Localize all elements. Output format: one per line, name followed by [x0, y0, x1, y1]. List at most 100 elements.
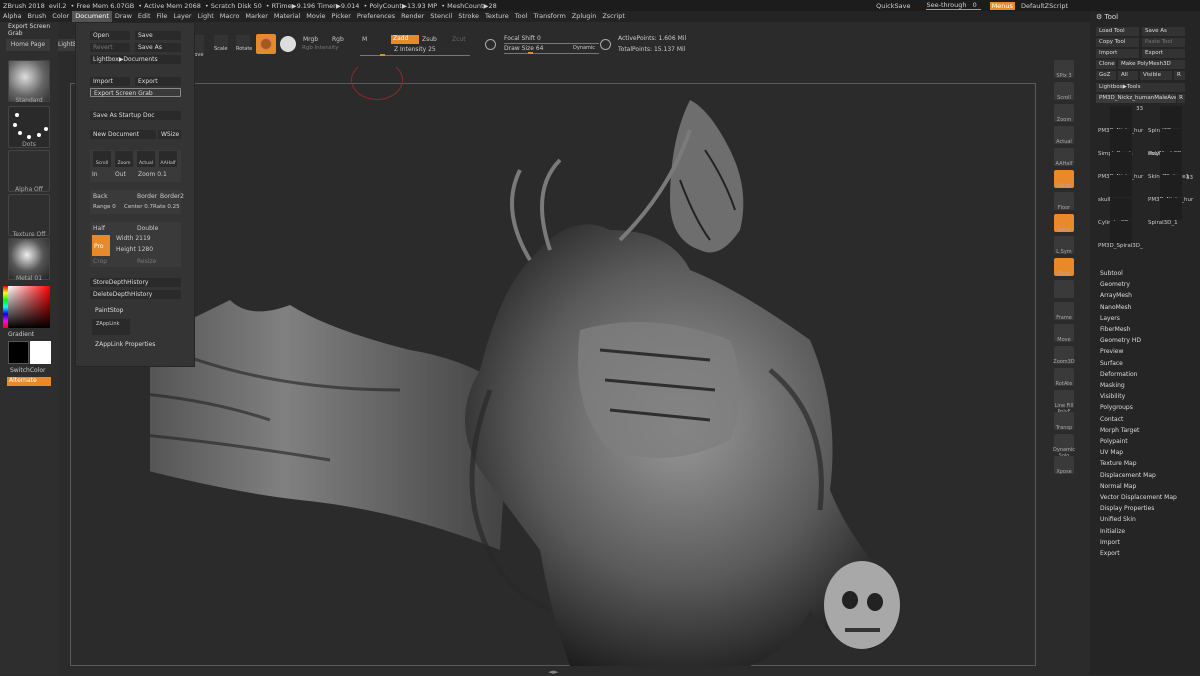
- tool-subpalette-unified-skin[interactable]: Unified Skin: [1100, 516, 1136, 523]
- save-as-button[interactable]: Save As: [135, 43, 181, 52]
- home-page-button[interactable]: Home Page: [6, 39, 50, 51]
- zapplink-properties[interactable]: ZAppLink Properties: [95, 341, 155, 348]
- zoom-out-button[interactable]: Out: [115, 171, 126, 178]
- tool-subpalette-export[interactable]: Export: [1100, 550, 1120, 557]
- range-slider[interactable]: Range 0: [93, 204, 116, 210]
- aahalf-button[interactable]: AAHalf: [159, 151, 177, 167]
- tool-subpalette-morph-target[interactable]: Morph Target: [1100, 427, 1139, 434]
- menu-picker[interactable]: Picker: [329, 11, 354, 22]
- menu-preferences[interactable]: Preferences: [354, 11, 398, 22]
- menu-texture[interactable]: Texture: [482, 11, 512, 22]
- m-button[interactable]: M: [362, 36, 367, 43]
- save-startup-doc-button[interactable]: Save As Startup Doc: [90, 111, 181, 120]
- menu-transform[interactable]: Transform: [530, 11, 568, 22]
- tool-thumb-11-icon[interactable]: [1110, 221, 1132, 243]
- double-button[interactable]: Double: [137, 225, 158, 232]
- tool-subpalette-texture-map[interactable]: Texture Map: [1100, 460, 1137, 467]
- tool-thumb-4-icon[interactable]: [1160, 129, 1182, 151]
- tool-subpalette-polygroups[interactable]: Polygroups: [1100, 404, 1133, 411]
- tool-subpalette-displacement-map[interactable]: Displacement Map: [1100, 472, 1156, 479]
- tool-subpalette-uv-map[interactable]: UV Map: [1100, 449, 1123, 456]
- color-picker[interactable]: [8, 286, 50, 328]
- copy-tool-button[interactable]: Copy Tool: [1096, 38, 1139, 47]
- mrgb-button[interactable]: Mrgb: [303, 36, 318, 43]
- zoom-in-button[interactable]: In: [92, 171, 98, 178]
- texture-off-icon[interactable]: [8, 194, 50, 236]
- tool-subpalette-preview[interactable]: Preview: [1100, 348, 1123, 355]
- tool-subpalette-fibermesh[interactable]: FiberMesh: [1100, 326, 1130, 333]
- border-button[interactable]: Border: [137, 193, 157, 200]
- r-button[interactable]: R: [1174, 71, 1185, 80]
- current-tool-name[interactable]: PM3D_Nickz_humanMaleAve: [1096, 94, 1176, 103]
- menu-marker[interactable]: Marker: [242, 11, 270, 22]
- tool-thumb-1-icon[interactable]: [1160, 106, 1182, 128]
- tool-subpalette-arraymesh[interactable]: ArrayMesh: [1100, 292, 1132, 299]
- menu-document[interactable]: Document: [72, 11, 112, 22]
- menu-alpha[interactable]: Alpha: [0, 11, 24, 22]
- export-button[interactable]: Export: [135, 77, 181, 86]
- export-grab-label[interactable]: Export Screen Grab: [8, 23, 58, 37]
- brush-standard-icon[interactable]: [8, 60, 50, 102]
- menu-color[interactable]: Color: [49, 11, 72, 22]
- rgb-button[interactable]: Rgb: [332, 36, 344, 43]
- zoom-button[interactable]: Zoom: [115, 151, 133, 167]
- open-button[interactable]: Open: [90, 31, 130, 40]
- tool-subpalette-geometry[interactable]: Geometry: [1100, 281, 1130, 288]
- see-through-slider[interactable]: See-through 0: [926, 1, 981, 10]
- lightbox-button[interactable]: LightBox: [58, 39, 75, 51]
- half-button[interactable]: Half: [93, 225, 105, 232]
- rgb-intensity-slider[interactable]: Rgb Intensity: [302, 45, 339, 51]
- crop-button[interactable]: Crop: [93, 258, 107, 265]
- paste-tool-button[interactable]: Paste Tool: [1142, 38, 1185, 47]
- zcut-button[interactable]: Zcut: [452, 36, 466, 43]
- brush-icon[interactable]: [256, 34, 276, 54]
- revert-button[interactable]: Revert: [90, 43, 130, 52]
- tool-import-button[interactable]: Import: [1096, 49, 1139, 58]
- menu-brush[interactable]: Brush: [24, 11, 49, 22]
- delete-depth-history-button[interactable]: DeleteDepthHistory: [90, 290, 181, 299]
- load-tool-button[interactable]: Load Tool: [1096, 27, 1139, 36]
- tool-subpalette-nanomesh[interactable]: NanoMesh: [1100, 304, 1131, 311]
- tool-subpalette-layers[interactable]: Layers: [1100, 315, 1120, 322]
- menu-tool[interactable]: Tool: [512, 11, 531, 22]
- zapplink-button[interactable]: ZAppLink: [92, 319, 130, 335]
- tool-subpalette-visibility[interactable]: Visibility: [1100, 393, 1125, 400]
- tool-subpalette-contact[interactable]: Contact: [1100, 416, 1123, 423]
- tool-subpalette-surface[interactable]: Surface: [1100, 360, 1123, 367]
- border2-button[interactable]: Border2: [160, 193, 184, 200]
- menu-zscript[interactable]: Zscript: [599, 11, 628, 22]
- menu-material[interactable]: Material: [271, 11, 303, 22]
- tool-subpalette-masking[interactable]: Masking: [1100, 382, 1125, 389]
- goz-button[interactable]: GoZ: [1096, 71, 1116, 80]
- current-tool-r-button[interactable]: R: [1177, 94, 1185, 103]
- tool-thumb-6-icon[interactable]: [1160, 152, 1182, 174]
- z-intensity-knob[interactable]: [380, 54, 385, 56]
- quicksave-button[interactable]: QuickSave: [876, 2, 910, 10]
- alternate-button[interactable]: Alternate: [7, 377, 51, 386]
- wsize-button[interactable]: WSize: [158, 130, 181, 139]
- tool-subpalette-vector-displacement-map[interactable]: Vector Displacement Map: [1100, 494, 1177, 501]
- menu-render[interactable]: Render: [398, 11, 427, 22]
- tool-subpalette-display-properties[interactable]: Display Properties: [1100, 505, 1154, 512]
- all-button[interactable]: All: [1118, 71, 1138, 80]
- tool-thumb-3-icon[interactable]: [1110, 129, 1132, 151]
- hue-strip[interactable]: [3, 286, 8, 328]
- clone-button[interactable]: Clone: [1096, 60, 1116, 69]
- menus-button[interactable]: Menus: [989, 1, 1015, 10]
- import-button[interactable]: Import: [90, 77, 130, 86]
- width-slider[interactable]: Width 2119: [116, 235, 151, 242]
- menu-stroke[interactable]: Stroke: [455, 11, 482, 22]
- secondary-color-swatch[interactable]: [30, 341, 51, 364]
- tool-thumb-7-icon[interactable]: [1110, 175, 1132, 197]
- tool-save-as-button[interactable]: Save As: [1142, 27, 1185, 36]
- menu-layer[interactable]: Layer: [170, 11, 194, 22]
- scroll-button[interactable]: Scroll: [93, 151, 111, 167]
- menu-macro[interactable]: Macro: [217, 11, 243, 22]
- lightbox-tools-button[interactable]: Lightbox▶Tools: [1096, 83, 1185, 92]
- save-button[interactable]: Save: [135, 31, 181, 40]
- draw-size-slider[interactable]: Draw Size 64: [504, 45, 543, 52]
- menu-stencil[interactable]: Stencil: [427, 11, 455, 22]
- export-screen-grab-button[interactable]: Export Screen Grab: [90, 88, 181, 97]
- new-document-button[interactable]: New Document: [90, 130, 156, 139]
- tool-thumb-5-icon[interactable]: [1110, 152, 1132, 174]
